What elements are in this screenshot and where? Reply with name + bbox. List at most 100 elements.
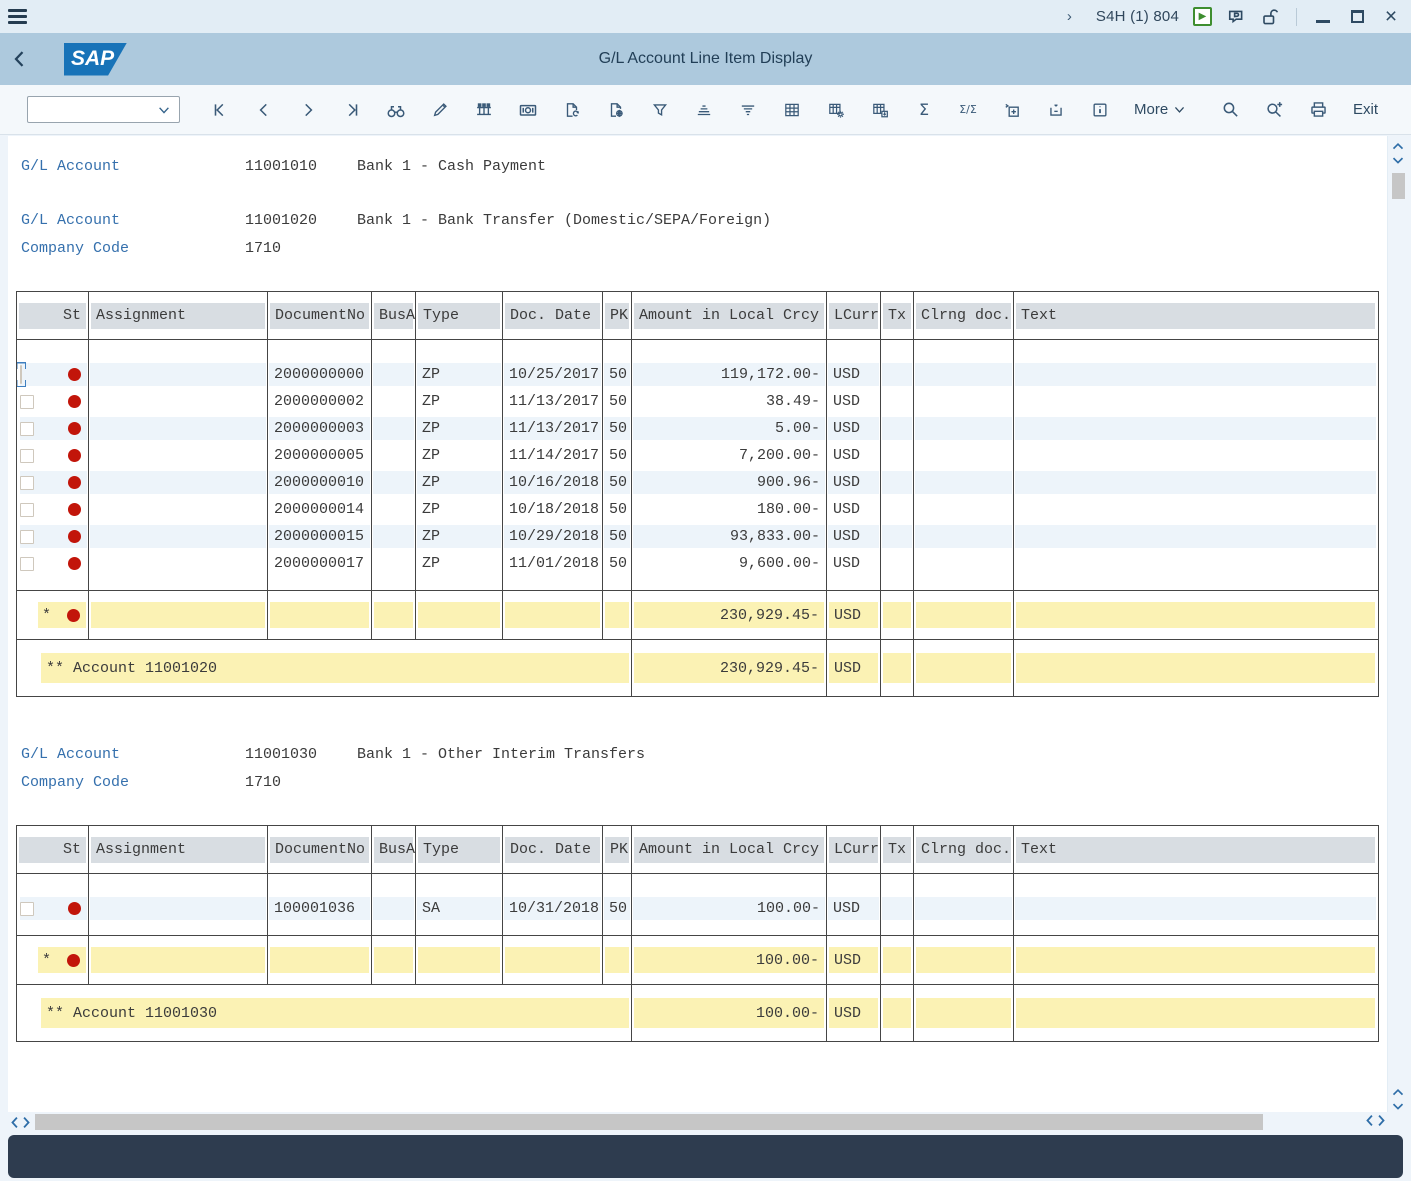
exit-button[interactable]: Exit bbox=[1353, 101, 1378, 118]
row-checkbox[interactable] bbox=[20, 503, 34, 517]
status-open-icon bbox=[68, 368, 81, 381]
column-header-lcurr[interactable]: LCurr bbox=[829, 837, 878, 863]
subtotals-icon[interactable]: Σ/Σ bbox=[958, 98, 978, 122]
account-total-row: ** Account 11001020 230,929.45- USD bbox=[16, 639, 1379, 697]
company-code-line: Company Code 1710 bbox=[8, 238, 1387, 260]
column-header-clrng-doc[interactable]: Clrng doc. bbox=[916, 303, 1011, 329]
row-checkbox[interactable] bbox=[20, 422, 34, 436]
column-header-type[interactable]: Type bbox=[418, 837, 500, 863]
documentno-cell[interactable]: 2000000005 bbox=[268, 442, 372, 469]
column-header-doc-date[interactable]: Doc. Date bbox=[505, 303, 600, 329]
status-open-icon bbox=[68, 557, 81, 570]
documentno-cell[interactable]: 2000000000 bbox=[268, 361, 372, 388]
documentno-cell[interactable]: 2000000002 bbox=[268, 388, 372, 415]
documentno-cell[interactable]: 2000000010 bbox=[268, 469, 372, 496]
scroll-down-icon[interactable] bbox=[1390, 154, 1406, 166]
menu-icon[interactable] bbox=[0, 0, 34, 33]
search-plus-icon[interactable] bbox=[1265, 98, 1285, 122]
edit-icon[interactable] bbox=[430, 98, 450, 122]
search-icon[interactable] bbox=[1221, 98, 1241, 122]
column-header-lcurr[interactable]: LCurr bbox=[829, 303, 878, 329]
documentno-cell[interactable]: 2000000015 bbox=[268, 523, 372, 550]
scroll-down-icon[interactable] bbox=[1390, 1100, 1406, 1112]
row-checkbox[interactable] bbox=[20, 530, 34, 544]
column-header-clrng-doc[interactable]: Clrng doc. bbox=[916, 837, 1011, 863]
field-value: 11001010 bbox=[245, 156, 357, 178]
minimize-button[interactable] bbox=[1313, 7, 1333, 27]
previous-page-icon[interactable] bbox=[254, 98, 274, 122]
column-header-text[interactable]: Text bbox=[1016, 837, 1375, 863]
column-header-pk[interactable]: PK bbox=[605, 303, 629, 329]
vertical-scrollbar-thumb[interactable] bbox=[1392, 173, 1405, 199]
scroll-left-icon[interactable] bbox=[1363, 1112, 1375, 1128]
column-header-st[interactable]: St bbox=[19, 303, 86, 329]
grid-export-icon[interactable] bbox=[870, 98, 890, 122]
column-header-type[interactable]: Type bbox=[418, 303, 500, 329]
status-open-icon bbox=[68, 503, 81, 516]
row-checkbox[interactable] bbox=[20, 449, 34, 463]
row-checkbox[interactable] bbox=[20, 365, 22, 384]
insert-box-icon[interactable] bbox=[1002, 98, 1022, 122]
command-combobox[interactable] bbox=[27, 96, 180, 123]
maximize-button[interactable] bbox=[1347, 7, 1367, 27]
column-header-amount[interactable]: Amount in Local Crcy bbox=[634, 303, 824, 329]
documentno-cell[interactable]: 100001036 bbox=[268, 895, 372, 922]
horizontal-scrollbar-thumb[interactable] bbox=[35, 1114, 1263, 1130]
column-header-doc-date[interactable]: Doc. Date bbox=[505, 837, 600, 863]
column-header-documentno[interactable]: DocumentNo bbox=[270, 303, 369, 329]
script-play-icon[interactable]: ▶ bbox=[1193, 7, 1212, 26]
account-total-amount: 230,929.45- bbox=[632, 640, 827, 696]
column-header-tx[interactable]: Tx bbox=[883, 837, 911, 863]
document-globe-icon[interactable] bbox=[606, 98, 626, 122]
find-icon[interactable] bbox=[386, 98, 406, 122]
status-open-icon bbox=[68, 902, 81, 915]
documentno-cell[interactable]: 2000000003 bbox=[268, 415, 372, 442]
abacus-icon[interactable] bbox=[474, 98, 494, 122]
grid-icon[interactable] bbox=[782, 98, 802, 122]
row-checkbox[interactable] bbox=[20, 557, 34, 571]
scroll-up-icon[interactable] bbox=[1390, 140, 1406, 152]
sum-icon[interactable]: Σ bbox=[914, 98, 934, 122]
scroll-right-icon[interactable] bbox=[20, 1114, 32, 1130]
documentno-cell[interactable]: 2000000014 bbox=[268, 496, 372, 523]
column-header-documentno[interactable]: DocumentNo bbox=[270, 837, 369, 863]
sort-descending-icon[interactable] bbox=[738, 98, 758, 122]
row-checkbox[interactable] bbox=[20, 902, 34, 916]
filter-icon[interactable] bbox=[650, 98, 670, 122]
first-page-icon[interactable] bbox=[210, 98, 230, 122]
row-checkbox[interactable] bbox=[20, 395, 34, 409]
column-header-busa[interactable]: BusA bbox=[374, 303, 413, 329]
sort-ascending-icon[interactable] bbox=[694, 98, 714, 122]
grid-settings-icon[interactable] bbox=[826, 98, 846, 122]
documentno-cell[interactable]: 2000000017 bbox=[268, 550, 372, 577]
column-header-busa[interactable]: BusA bbox=[374, 837, 413, 863]
info-icon[interactable] bbox=[1090, 98, 1110, 122]
refresh-document-icon[interactable] bbox=[562, 98, 582, 122]
subtotal-currency: USD bbox=[827, 936, 881, 984]
subtotal-marker: * bbox=[42, 952, 57, 969]
last-page-icon[interactable] bbox=[342, 98, 362, 122]
more-menu[interactable]: More bbox=[1134, 101, 1186, 118]
column-header-amount[interactable]: Amount in Local Crcy bbox=[634, 837, 824, 863]
currency-icon[interactable] bbox=[518, 98, 538, 122]
next-page-icon[interactable] bbox=[298, 98, 318, 122]
column-header-pk[interactable]: PK bbox=[605, 837, 629, 863]
table-row: 2000000015 ZP 10/29/2018 50 93,833.00- U… bbox=[17, 523, 1378, 550]
column-header-assignment[interactable]: Assignment bbox=[91, 837, 265, 863]
print-icon[interactable] bbox=[1309, 98, 1329, 122]
chevron-right-icon[interactable]: › bbox=[1067, 8, 1072, 25]
status-open-icon bbox=[67, 609, 80, 622]
column-header-assignment[interactable]: Assignment bbox=[91, 303, 265, 329]
scroll-left-icon[interactable] bbox=[8, 1114, 20, 1130]
close-button[interactable]: × bbox=[1381, 7, 1401, 27]
column-header-text[interactable]: Text bbox=[1016, 303, 1375, 329]
column-header-st[interactable]: St bbox=[19, 837, 86, 863]
collapse-box-icon[interactable] bbox=[1046, 98, 1066, 122]
scroll-right-icon[interactable] bbox=[1375, 1112, 1387, 1128]
row-checkbox[interactable] bbox=[20, 476, 34, 490]
column-header-tx[interactable]: Tx bbox=[883, 303, 911, 329]
account-total-currency: USD bbox=[827, 640, 881, 696]
unlock-icon[interactable] bbox=[1260, 7, 1280, 27]
scroll-up-icon[interactable] bbox=[1390, 1086, 1406, 1098]
message-bubble-icon[interactable] bbox=[1226, 7, 1246, 27]
